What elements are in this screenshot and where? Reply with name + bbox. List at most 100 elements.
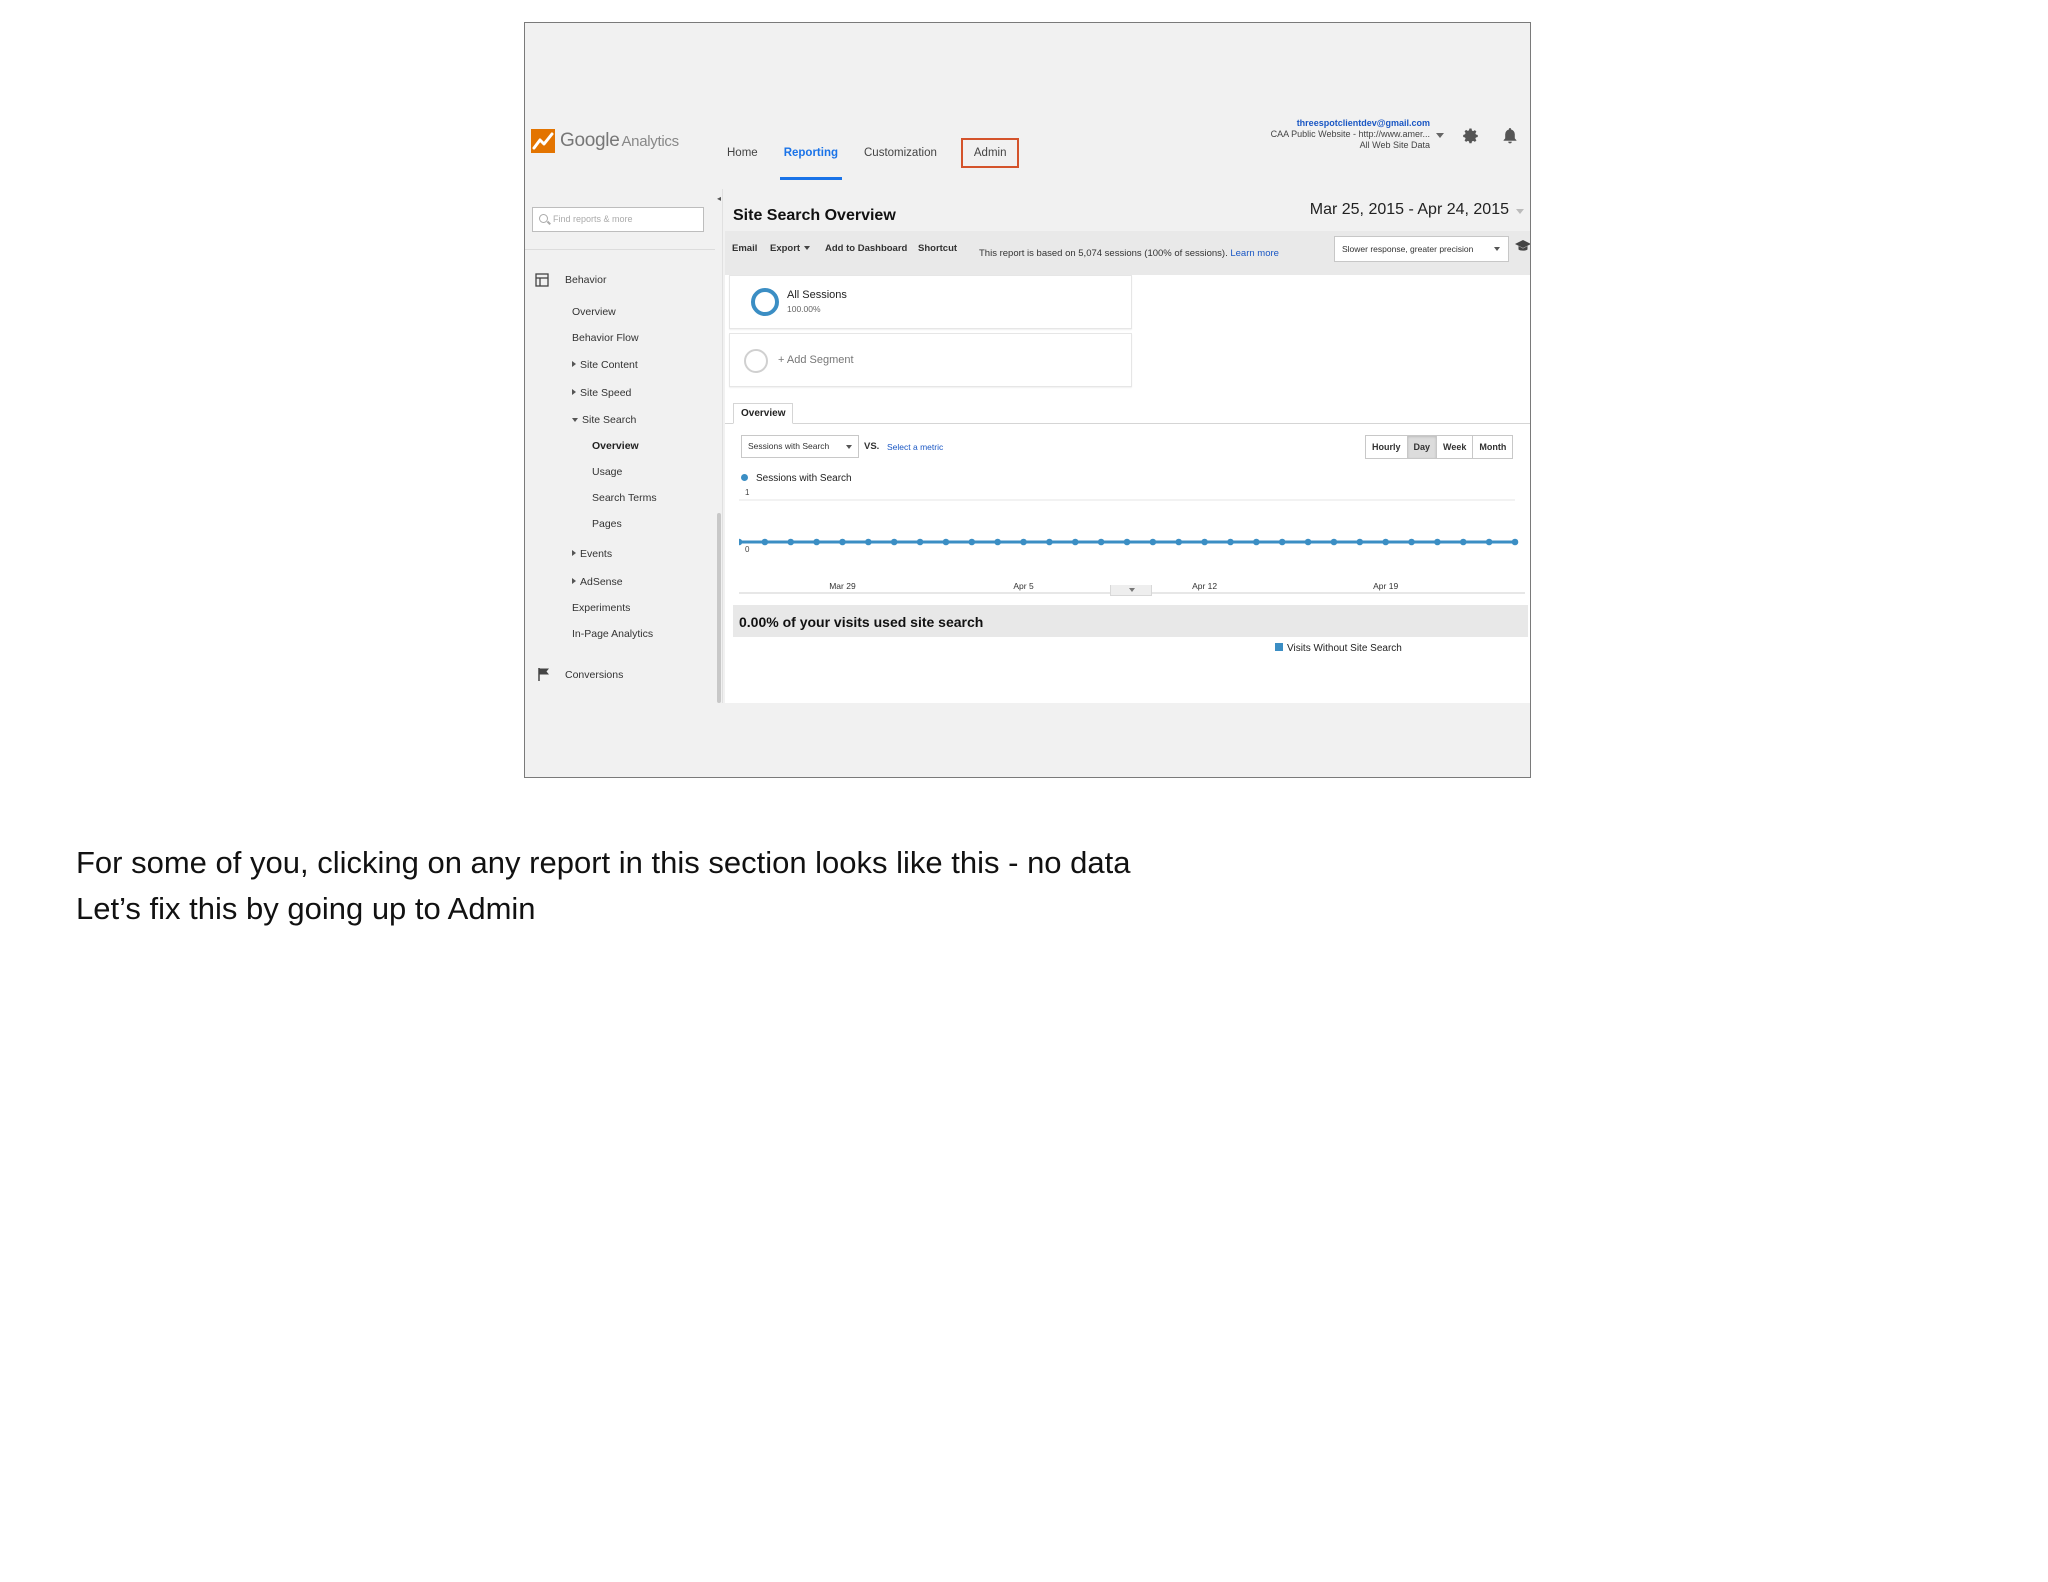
data-point (942, 538, 950, 546)
data-point (1149, 538, 1157, 546)
graduation-cap-icon[interactable] (1515, 239, 1531, 253)
add-segment-label: + Add Segment (778, 354, 854, 366)
search-placeholder: Find reports & more (553, 214, 633, 224)
report-content: All Sessions 100.00% + Add Segment Overv… (725, 275, 1530, 703)
sidebar-item-behavior-flow[interactable]: Behavior Flow (572, 332, 639, 344)
shortcut-button[interactable]: Shortcut (918, 243, 957, 254)
account-caret-icon[interactable] (1436, 133, 1444, 138)
top-bar: Google Analytics Home Reporting Customiza… (525, 117, 1530, 189)
usage-summary-text: 0.00% of your visits used site search (739, 614, 984, 630)
data-point (761, 538, 769, 546)
account-email: threespotclientdev@gmail.com (1296, 118, 1430, 128)
x-tick-label: Mar 29 (829, 581, 856, 591)
gear-icon[interactable] (1462, 127, 1480, 145)
report-search-input[interactable]: Find reports & more (532, 207, 704, 232)
flag-icon (538, 668, 549, 681)
chart-legend[interactable]: Sessions with Search (741, 473, 852, 484)
bell-icon[interactable] (1502, 127, 1518, 145)
sidebar-item-usage[interactable]: Usage (592, 466, 622, 478)
sampling-note-text: This report is based on 5,074 sessions (… (979, 248, 1228, 259)
sidebar-item-experiments[interactable]: Experiments (572, 602, 630, 614)
analytics-logo-icon (531, 129, 555, 153)
export-label: Export (770, 243, 801, 254)
nav-admin[interactable]: Admin (960, 138, 1020, 168)
account-property: CAA Public Website - http://www.amer... (1270, 129, 1430, 139)
logo-text: Google Analytics (560, 130, 679, 152)
left-sidebar: ◂ Find reports & more Behavior Overview … (525, 189, 723, 703)
data-point (1434, 538, 1441, 546)
logo-product: Analytics (621, 133, 679, 150)
sampling-note: This report is based on 5,074 sessions (… (979, 247, 1311, 261)
page-title: Site Search Overview (733, 207, 896, 224)
sidebar-collapse-toggle[interactable]: ◂ (715, 189, 723, 209)
export-button[interactable]: Export (770, 243, 811, 254)
sidebar-item-site-search[interactable]: Site Search (572, 414, 636, 426)
learn-more-link[interactable]: Learn more (1230, 248, 1279, 259)
sidebar-item-site-search-overview[interactable]: Overview (592, 440, 639, 452)
segment-all-sessions[interactable]: All Sessions 100.00% (729, 275, 1132, 329)
data-point (1097, 538, 1105, 546)
tab-overview[interactable]: Overview (733, 403, 794, 424)
caption-line-2: Let’s fix this by going up to Admin (76, 891, 536, 926)
report-header: Site Search Overview Mar 25, 2015 - Apr … (725, 189, 1530, 229)
sidebar-item-label: Site Content (580, 359, 638, 371)
nav-home[interactable]: Home (725, 138, 760, 168)
sidebar-item-events[interactable]: Events (572, 548, 612, 560)
sidebar-item-label: AdSense (580, 576, 623, 588)
data-point (1123, 538, 1131, 546)
granularity-day-button[interactable]: Day (1407, 436, 1438, 458)
data-point (839, 538, 846, 546)
sidebar-item-adsense[interactable]: AdSense (572, 576, 623, 588)
caption-line-1: For some of you, clicking on any report … (76, 845, 1131, 880)
add-segment-button[interactable]: + Add Segment (729, 333, 1132, 387)
screenshot-frame: Google Analytics Home Reporting Customiza… (524, 22, 1531, 778)
sidebar-divider (525, 249, 715, 250)
nav-reporting[interactable]: Reporting (779, 138, 843, 180)
vs-label: VS. (864, 441, 880, 452)
caret-down-icon (804, 246, 811, 250)
granularity-hourly-button[interactable]: Hourly (1366, 436, 1408, 458)
date-caret-icon[interactable] (1516, 209, 1524, 214)
granularity-week-button[interactable]: Week (1437, 436, 1474, 458)
data-point (1071, 538, 1079, 546)
select-metric-link[interactable]: Select a metric (887, 442, 943, 452)
sidebar-item-behavior[interactable]: Behavior (565, 274, 606, 286)
sidebar-item-label: Site Speed (580, 387, 632, 399)
report-panel: Site Search Overview Mar 25, 2015 - Apr … (725, 189, 1531, 703)
granularity-month-button[interactable]: Month (1473, 436, 1512, 458)
nav-customization[interactable]: Customization (862, 138, 939, 168)
sidebar-item-search-terms[interactable]: Search Terms (592, 492, 657, 504)
sidebar-item-conversions[interactable]: Conversions (565, 669, 623, 681)
data-point (1459, 538, 1467, 546)
data-point (1201, 538, 1208, 546)
slide-caption: For some of you, clicking on any report … (76, 840, 1131, 932)
data-point (1356, 538, 1364, 546)
chart-expand-handle[interactable] (1110, 585, 1152, 596)
add-to-dashboard-button[interactable]: Add to Dashboard (825, 243, 907, 254)
account-view: All Web Site Data (1359, 140, 1430, 150)
slide: Google Analytics Home Reporting Customiza… (0, 0, 2048, 1582)
segment-name: All Sessions (787, 289, 847, 301)
sidebar-scrollbar[interactable] (717, 513, 721, 703)
sidebar-item-in-page-analytics[interactable]: In-Page Analytics (572, 628, 653, 640)
sessions-line-chart[interactable]: 1 0 Mar 29 Apr 5 Apr 12 Apr 19 (739, 485, 1529, 595)
sidebar-item-label: Events (580, 548, 613, 560)
pie-legend: Visits Without Site Search (1275, 643, 1402, 654)
report-actions-bar: Email Export Add to Dashboard Shortcut T… (725, 231, 1531, 275)
sidebar-item-overview[interactable]: Overview (572, 306, 616, 318)
sidebar-item-pages[interactable]: Pages (592, 518, 622, 530)
date-range-picker[interactable]: Mar 25, 2015 - Apr 24, 2015 (1310, 201, 1509, 219)
sidebar-item-site-content[interactable]: Site Content (572, 359, 638, 371)
logo[interactable]: Google Analytics (531, 129, 679, 153)
legend-dot-icon (741, 474, 748, 481)
precision-select[interactable]: Slower response, greater precision (1334, 236, 1509, 262)
sidebar-item-site-speed[interactable]: Site Speed (572, 387, 631, 399)
x-tick-label: Apr 5 (1013, 581, 1034, 591)
data-point (1253, 538, 1260, 546)
account-selector[interactable]: threespotclientdev@gmail.com CAA Public … (1271, 118, 1430, 151)
segment-empty-ring-icon (744, 349, 768, 373)
data-point (865, 538, 872, 546)
metric-select[interactable]: Sessions with Search (741, 435, 859, 458)
data-point (1485, 538, 1493, 546)
email-button[interactable]: Email (732, 243, 757, 254)
